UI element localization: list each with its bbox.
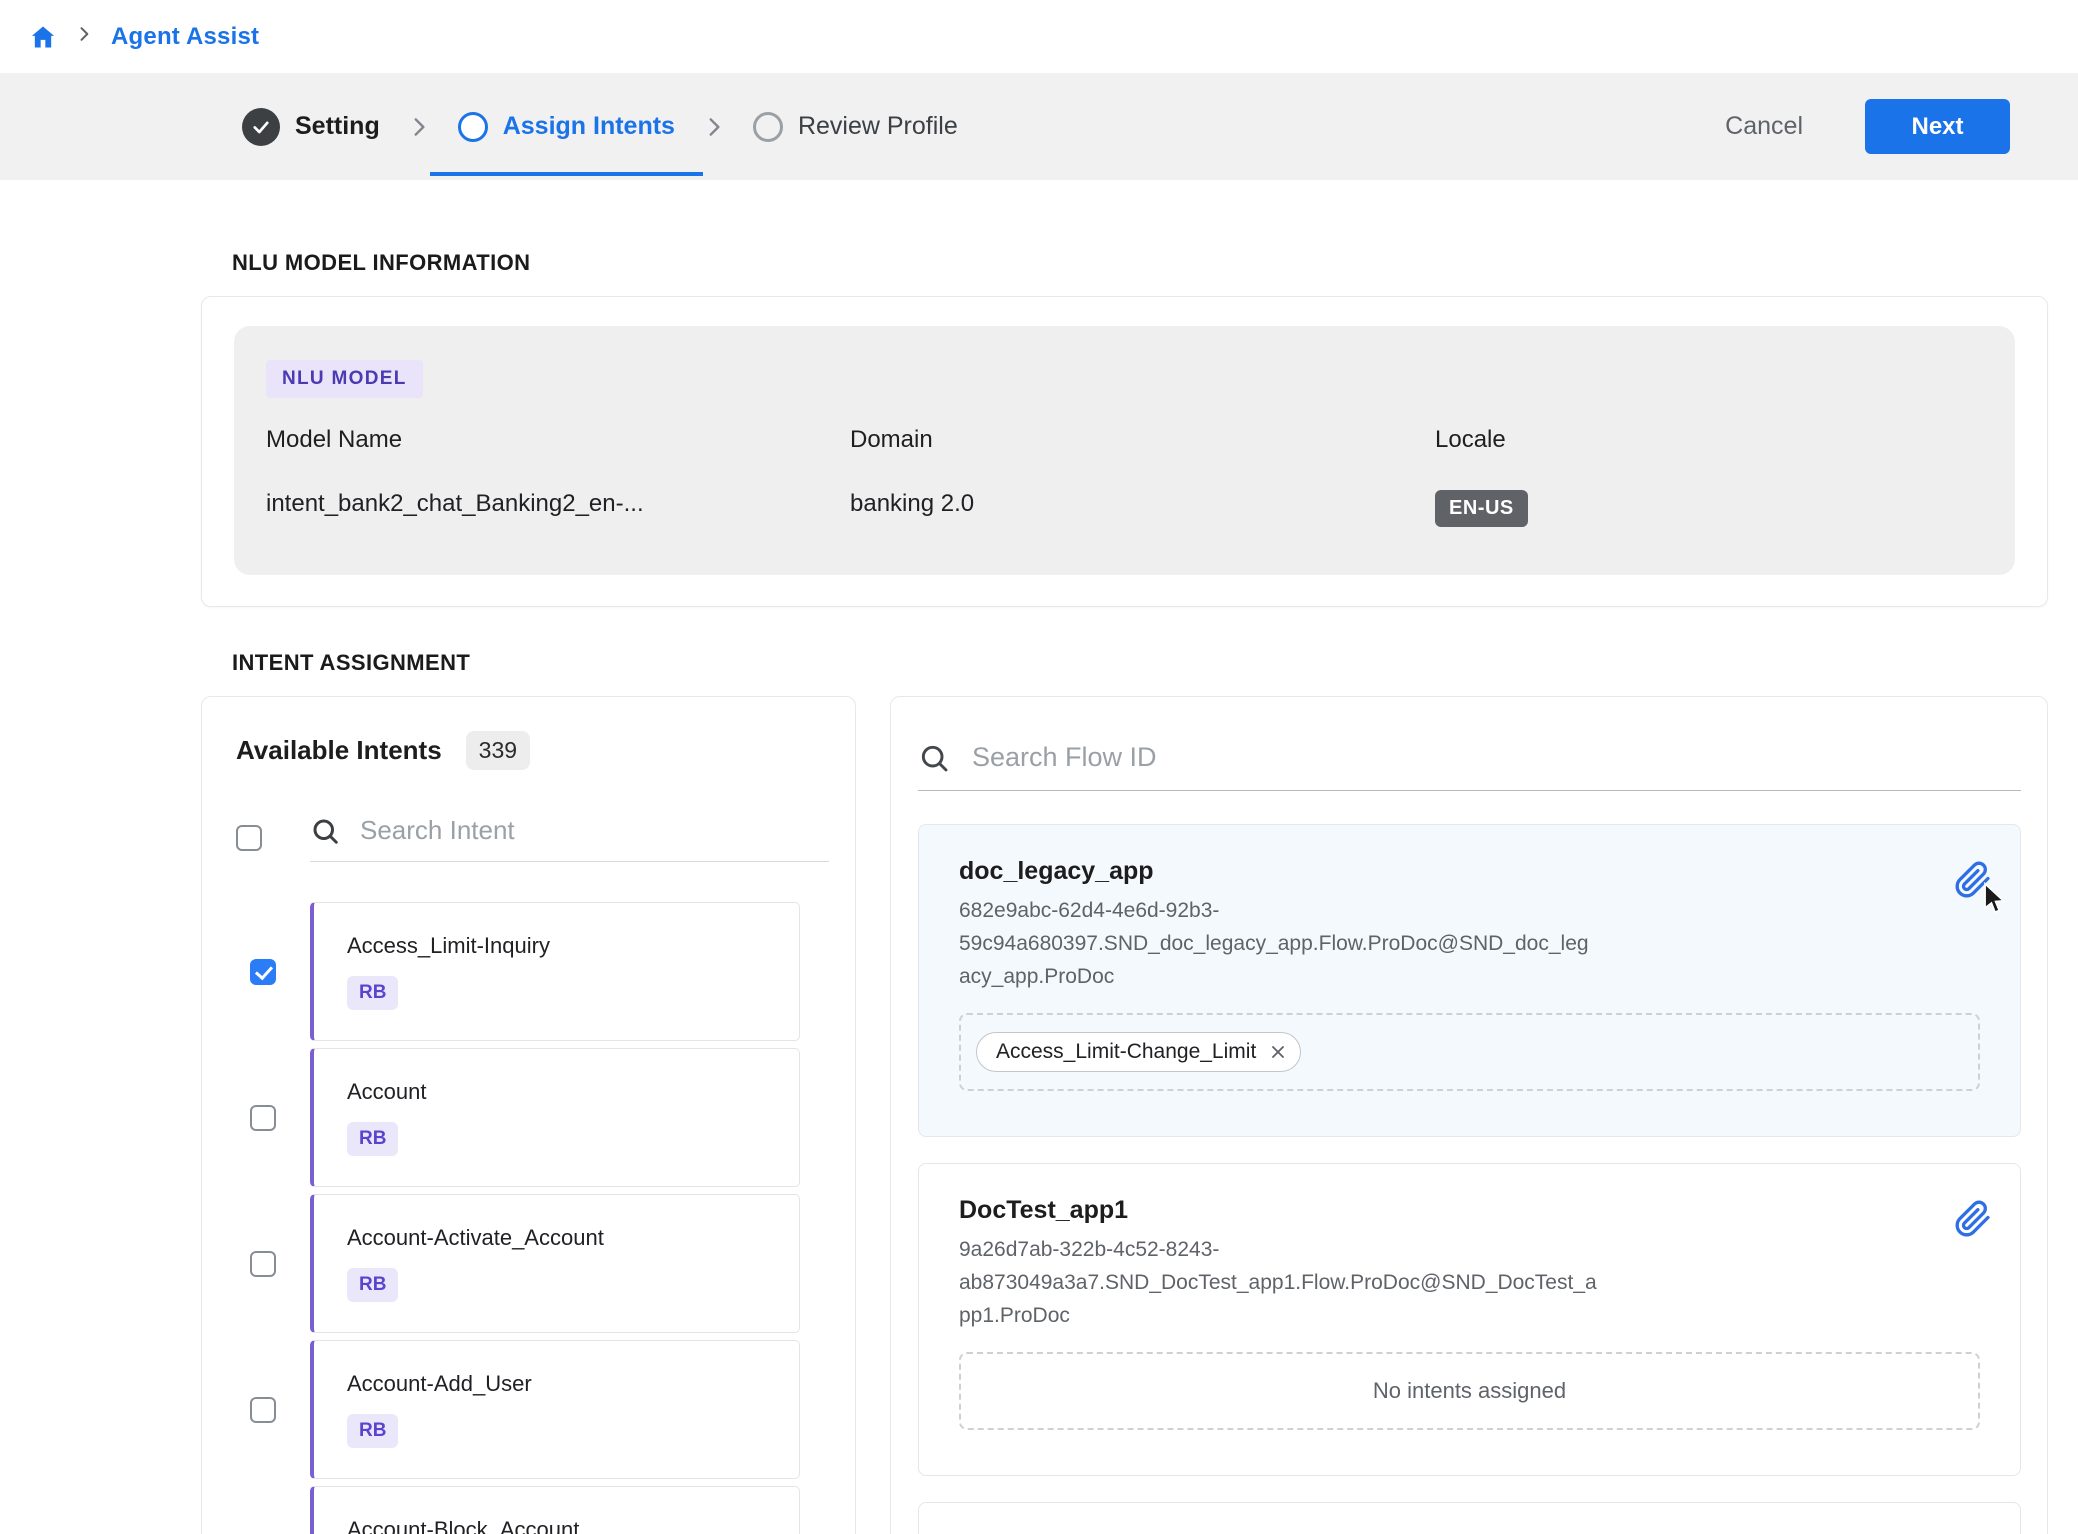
flow-card-partial — [918, 1502, 2021, 1534]
next-button[interactable]: Next — [1865, 99, 2010, 154]
step-separator-icon — [406, 114, 432, 140]
locale-badge: EN-US — [1435, 490, 1528, 527]
intent-search-field — [310, 814, 829, 862]
step-active-circle-icon — [458, 112, 488, 142]
field-domain: Domain banking 2.0 — [850, 426, 1435, 527]
remove-assigned-intent-icon[interactable] — [1268, 1042, 1288, 1062]
intent-assignment-title: INTENT ASSIGNMENT — [232, 650, 2048, 676]
field-label: Domain — [850, 426, 1435, 454]
home-icon[interactable] — [29, 23, 57, 51]
intent-checkbox[interactable] — [250, 1105, 276, 1131]
breadcrumb-current[interactable]: Agent Assist — [111, 23, 259, 51]
intent-card[interactable]: Account-Block_Account RB — [310, 1486, 800, 1534]
assigned-intents-dropzone[interactable]: No intents assigned — [959, 1352, 1980, 1430]
intent-name: Account — [347, 1079, 799, 1105]
nlu-fields: Model Name intent_bank2_chat_Banking2_en… — [266, 426, 1983, 527]
intent-row: Account-Block_Account RB — [236, 1486, 855, 1534]
intent-checkbox[interactable] — [250, 959, 276, 985]
flow-id: 9a26d7ab-322b-4c52-8243-ab873049a3a7.SND… — [959, 1233, 1599, 1332]
intent-name: Access_Limit-Inquiry — [347, 933, 799, 959]
step-label: Assign Intents — [503, 112, 675, 141]
intent-row: Account-Add_User RB — [236, 1340, 855, 1479]
nlu-model-badge: NLU MODEL — [266, 360, 423, 398]
intent-card[interactable]: Account-Activate_Account RB — [310, 1194, 800, 1333]
agent-assist-page: Agent Assist Setting Assign Intents — [0, 0, 2078, 1534]
flow-panel: doc_legacy_app 682e9abc-62d4-4e6d-92b3-5… — [890, 696, 2048, 1534]
breadcrumb-chevron-icon — [74, 24, 94, 49]
intent-tag-badge: RB — [347, 1268, 398, 1302]
step-pending-circle-icon — [753, 112, 783, 142]
stepper-actions: Cancel Next — [1719, 99, 2010, 154]
step-label: Review Profile — [798, 112, 958, 141]
step-complete-icon — [242, 108, 280, 146]
search-icon — [310, 816, 340, 846]
intent-checkbox[interactable] — [250, 1397, 276, 1423]
nlu-section-title: NLU MODEL INFORMATION — [232, 250, 2048, 276]
select-all-checkbox[interactable] — [236, 825, 262, 851]
cancel-button[interactable]: Cancel — [1719, 111, 1809, 142]
flow-name: doc_legacy_app — [959, 857, 1980, 886]
intent-assignment: Available Intents 339 Access_Limit-Inqui… — [201, 696, 2048, 1534]
search-icon — [918, 742, 950, 774]
available-intents-panel: Available Intents 339 Access_Limit-Inqui… — [201, 696, 856, 1534]
intent-search-row — [236, 814, 855, 862]
intent-name: Account-Add_User — [347, 1371, 799, 1397]
step-setting[interactable]: Setting — [242, 108, 380, 146]
nlu-model-panel: NLU MODEL Model Name intent_bank2_chat_B… — [234, 326, 2015, 575]
flow-name: DocTest_app1 — [959, 1196, 1980, 1225]
steps: Setting Assign Intents Review Profile — [242, 108, 958, 146]
intent-name: Account-Activate_Account — [347, 1225, 799, 1251]
intent-count-badge: 339 — [466, 731, 530, 770]
step-assign-intents[interactable]: Assign Intents — [458, 112, 675, 142]
search-intent-input[interactable] — [358, 814, 829, 847]
intent-card[interactable]: Account-Add_User RB — [310, 1340, 800, 1479]
flow-card-doc-legacy-app: doc_legacy_app 682e9abc-62d4-4e6d-92b3-5… — [918, 824, 2021, 1137]
intent-row: Access_Limit-Inquiry RB — [236, 902, 855, 1041]
step-label: Setting — [295, 112, 380, 141]
assigned-intent-label: Access_Limit-Change_Limit — [996, 1040, 1256, 1064]
intent-card[interactable]: Access_Limit-Inquiry RB — [310, 902, 800, 1041]
field-locale: Locale EN-US — [1435, 426, 1983, 527]
intent-row: Account RB — [236, 1048, 855, 1187]
intent-tag-badge: RB — [347, 1414, 398, 1448]
intent-card[interactable]: Account RB — [310, 1048, 800, 1187]
assigned-intents-dropzone[interactable]: Access_Limit-Change_Limit — [959, 1013, 1980, 1091]
intent-list: Access_Limit-Inquiry RB Account RB — [236, 902, 855, 1534]
available-intents-header: Available Intents 339 — [236, 731, 855, 770]
field-label: Model Name — [266, 426, 850, 454]
available-intents-title: Available Intents — [236, 735, 442, 766]
nlu-model-card: NLU MODEL Model Name intent_bank2_chat_B… — [201, 296, 2048, 607]
no-intents-text: No intents assigned — [1373, 1378, 1566, 1404]
intent-name: Account-Block_Account — [347, 1517, 799, 1534]
intent-tag-badge: RB — [347, 1122, 398, 1156]
field-value: intent_bank2_chat_Banking2_en-... — [266, 490, 850, 518]
flow-id: 682e9abc-62d4-4e6d-92b3-59c94a680397.SND… — [959, 894, 1599, 993]
intent-tag-badge: RB — [347, 976, 398, 1010]
step-review-profile[interactable]: Review Profile — [753, 112, 958, 142]
field-label: Locale — [1435, 426, 1983, 454]
attach-intent-icon[interactable] — [1954, 861, 1992, 899]
breadcrumb: Agent Assist — [0, 0, 2078, 73]
attach-intent-icon[interactable] — [1954, 1200, 1992, 1238]
intent-row: Account-Activate_Account RB — [236, 1194, 855, 1333]
main-content: NLU MODEL INFORMATION NLU MODEL Model Na… — [201, 180, 2048, 1534]
stepper-bar: Setting Assign Intents Review Profile Ca… — [0, 73, 2078, 180]
field-model-name: Model Name intent_bank2_chat_Banking2_en… — [266, 426, 850, 527]
flow-search-field — [918, 741, 2021, 791]
field-value: banking 2.0 — [850, 490, 1435, 518]
search-flow-id-input[interactable] — [970, 741, 2021, 774]
step-separator-icon — [701, 114, 727, 140]
assigned-intent-chip: Access_Limit-Change_Limit — [976, 1032, 1301, 1072]
flow-card-doctest-app1: DocTest_app1 9a26d7ab-322b-4c52-8243-ab8… — [918, 1163, 2021, 1476]
intent-checkbox[interactable] — [250, 1251, 276, 1277]
